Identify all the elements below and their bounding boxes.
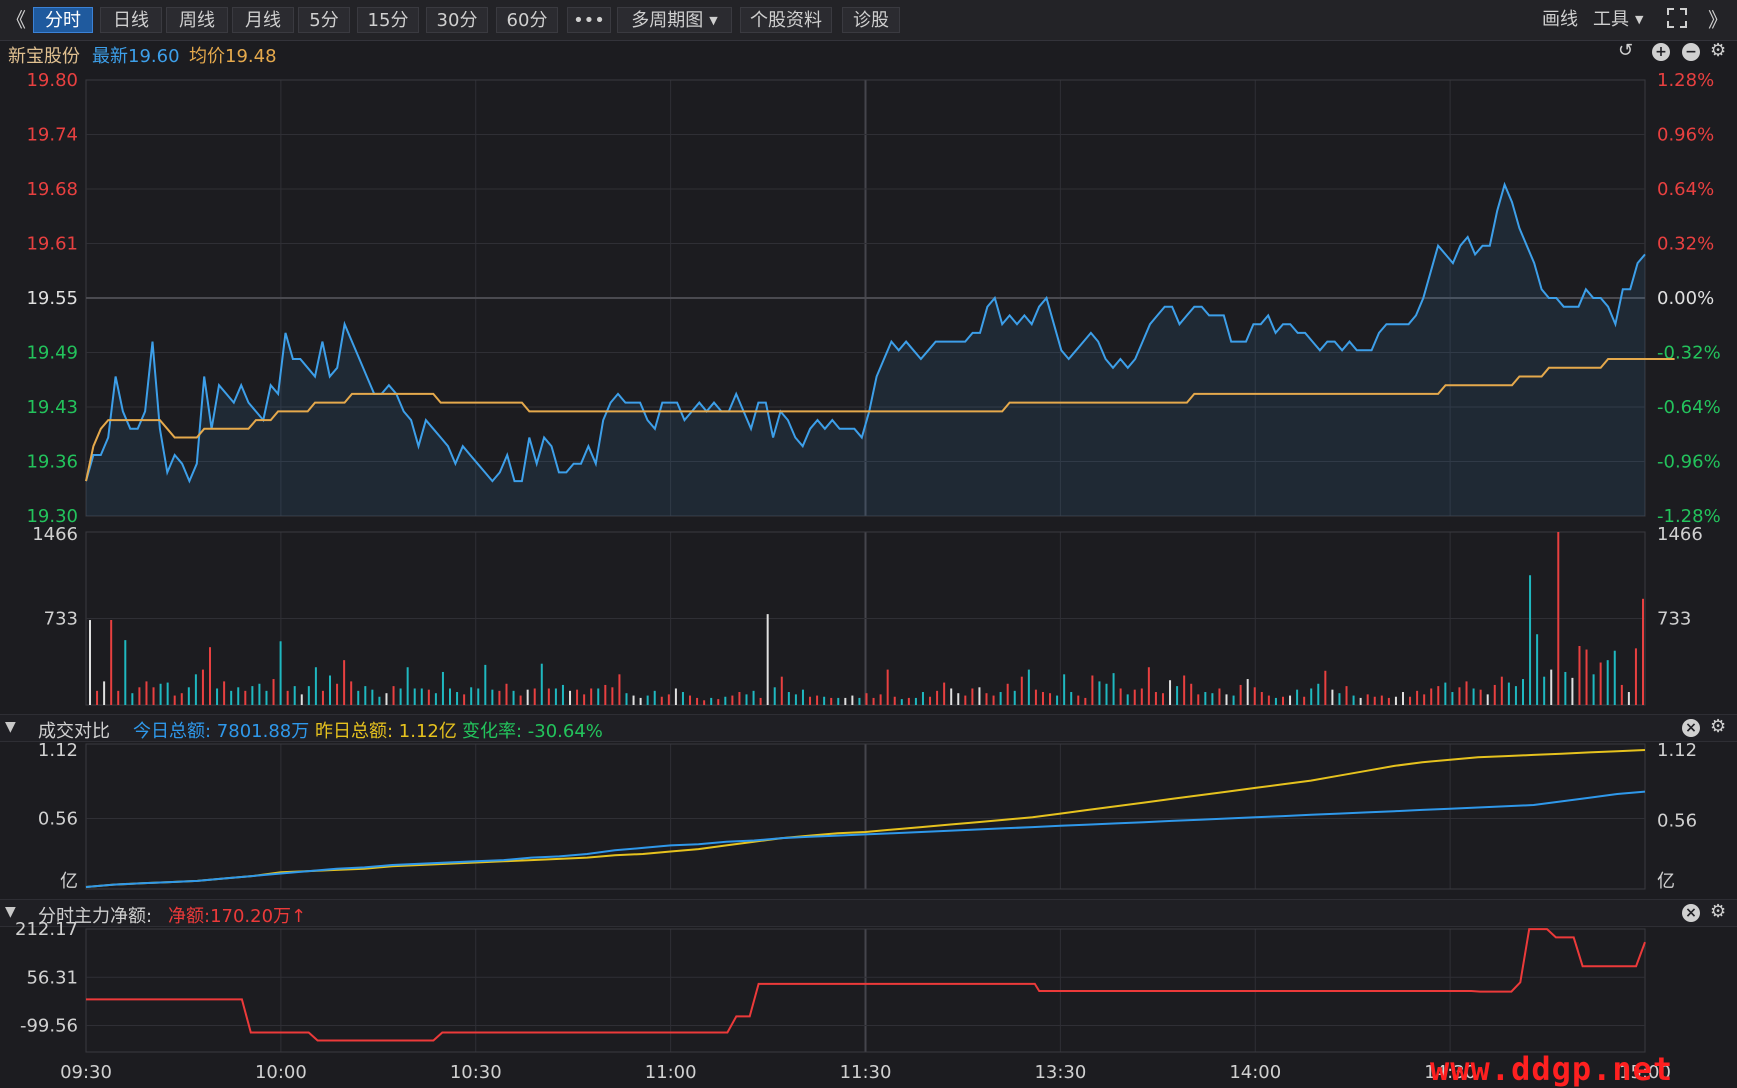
main-flow-bar: ▼ 分时主力净额: 净额:170.20万↑ × ⚙ [0,899,1737,927]
main-flow-title: 分时主力净额: [38,906,153,927]
tab-period-6[interactable]: 30分 [426,7,488,33]
tools-dropdown[interactable]: 工具 ▼ [1593,7,1643,33]
undo-icon[interactable]: ↺ [1618,40,1633,61]
price-tick-label: 19.68 [26,179,78,200]
avg-price: 均价19.48 [189,46,277,67]
close-icon[interactable]: × [1682,904,1700,922]
amount-unit-label: 亿 [60,871,78,892]
tab-period-5[interactable]: 15分 [357,7,419,33]
price-tick-label: 19.55 [26,288,78,309]
pct-tick-label: 1.28% [1657,70,1714,91]
avg-price-line [85,358,1675,482]
price-tick-label: 19.43 [26,397,78,418]
price-tick-label: 19.61 [26,234,78,255]
amount-tick-label: 0.56 [1657,811,1697,832]
amount-panel-border [85,743,1646,890]
net-amount: 净额:170.20万↑ [168,902,306,928]
price-tick-label: 19.80 [26,70,78,91]
latest-price: 最新19.60 [92,46,180,67]
amount-tick-label: 0.56 [38,809,78,830]
time-tick-label: 10:30 [450,1062,502,1083]
volume-compare-bar: ▼ 成交对比 今日总额: 7801.88万 昨日总额: 1.12亿 变化率: -… [0,714,1737,742]
pct-tick-label: 0.00% [1657,288,1714,309]
time-tick-label: 10:00 [255,1062,307,1083]
pct-tick-label: 0.32% [1657,234,1714,255]
flow-tick-label: -99.56 [20,1016,78,1037]
multi-period-dropdown[interactable]: 多周期图 ▼ [617,7,732,33]
draw-line-button[interactable]: 画线 [1542,7,1578,33]
zoom-out-icon[interactable]: − [1682,43,1700,61]
flow-tick-label: 56.31 [26,967,78,988]
today-amount-line [85,790,1646,888]
tools-label: 工具 [1593,9,1629,30]
tab-period-7[interactable]: 60分 [496,7,558,33]
price-line [85,181,1646,484]
main-flow-line [86,928,1646,1042]
time-tick-label: 13:30 [1034,1062,1086,1083]
tab-period-0[interactable]: 分时 [33,7,93,33]
period-toolbar: 《 分时 日线 周线 月线 5分 15分 30分 60分 ••• 多周期图 ▼ 个股资料 诊股 画… [0,0,1737,41]
caret-down-icon: ▼ [1635,13,1644,26]
yesterday-amount-line [85,749,1646,888]
volume-tick-label: 1466 [1657,524,1703,545]
time-tick-label: 09:30 [60,1062,112,1083]
volume-tick-label: 733 [44,609,78,630]
amount-tick-label: 1.12 [1657,740,1697,761]
volume-tick-label: 1466 [32,524,78,545]
stock-name: 新宝股份 [8,46,80,67]
gear-icon[interactable]: ⚙ [1710,901,1726,922]
diagnose-button[interactable]: 诊股 [842,7,900,33]
pct-tick-label: -0.96% [1657,452,1721,473]
gear-icon[interactable]: ⚙ [1710,40,1726,61]
price-tick-label: 19.49 [26,343,78,364]
volume-panel-border [85,531,1646,706]
yesterday-total: 昨日总额: 1.12亿 [315,721,457,742]
price-area [86,184,1645,516]
tab-period-3[interactable]: 月线 [232,7,294,33]
double-chevron-left-icon[interactable]: 《 [6,7,26,33]
fullscreen-icon[interactable] [1666,7,1688,33]
today-total: 今日总额: 7801.88万 [133,721,310,742]
amount-tick-label: 1.12 [38,740,78,761]
price-tick-label: 19.74 [26,125,78,146]
up-arrow-icon: ↑ [291,906,307,927]
price-tick-label: 19.36 [26,452,78,473]
pct-tick-label: 0.64% [1657,179,1714,200]
volume-compare-title: 成交对比 [38,721,110,742]
net-amount-value: 净额:170.20万 [168,906,292,927]
time-tick-label: 14:00 [1229,1062,1281,1083]
collapse-chevron-icon[interactable]: ▼ [5,904,16,920]
change-rate: 变化率: -30.64% [462,721,603,742]
tab-period-8[interactable]: ••• [567,7,611,33]
stock-info-button[interactable]: 个股资料 [740,7,832,33]
volume-tick-label: 733 [1657,609,1691,630]
tab-period-1[interactable]: 日线 [100,7,162,33]
pct-tick-label: -0.32% [1657,343,1721,364]
quote-info-bar: 新宝股份 最新19.60 均价19.48 ↺ + − ⚙ [0,40,1737,67]
tab-period-4[interactable]: 5分 [298,7,350,33]
watermark-text: www.ddgp.net [1430,1050,1674,1088]
pct-tick-label: -1.28% [1657,506,1721,527]
collapse-chevron-icon[interactable]: ▼ [5,719,16,735]
close-icon[interactable]: × [1682,719,1700,737]
gear-icon[interactable]: ⚙ [1710,716,1726,737]
time-tick-label: 11:30 [840,1062,892,1083]
amount-unit-label: 亿 [1657,871,1675,892]
price-tick-label: 19.30 [26,506,78,527]
flow-panel-border [85,928,1646,1053]
double-chevron-right-icon[interactable]: 》 [1708,7,1728,33]
pct-tick-label: 0.96% [1657,125,1714,146]
caret-down-icon: ▼ [709,14,718,27]
price-panel-border [85,79,1646,517]
time-tick-label: 11:00 [645,1062,697,1083]
multi-period-label: 多周期图 [631,10,704,31]
pct-tick-label: -0.64% [1657,397,1721,418]
tab-period-2[interactable]: 周线 [166,7,228,33]
zoom-in-icon[interactable]: + [1652,43,1670,61]
